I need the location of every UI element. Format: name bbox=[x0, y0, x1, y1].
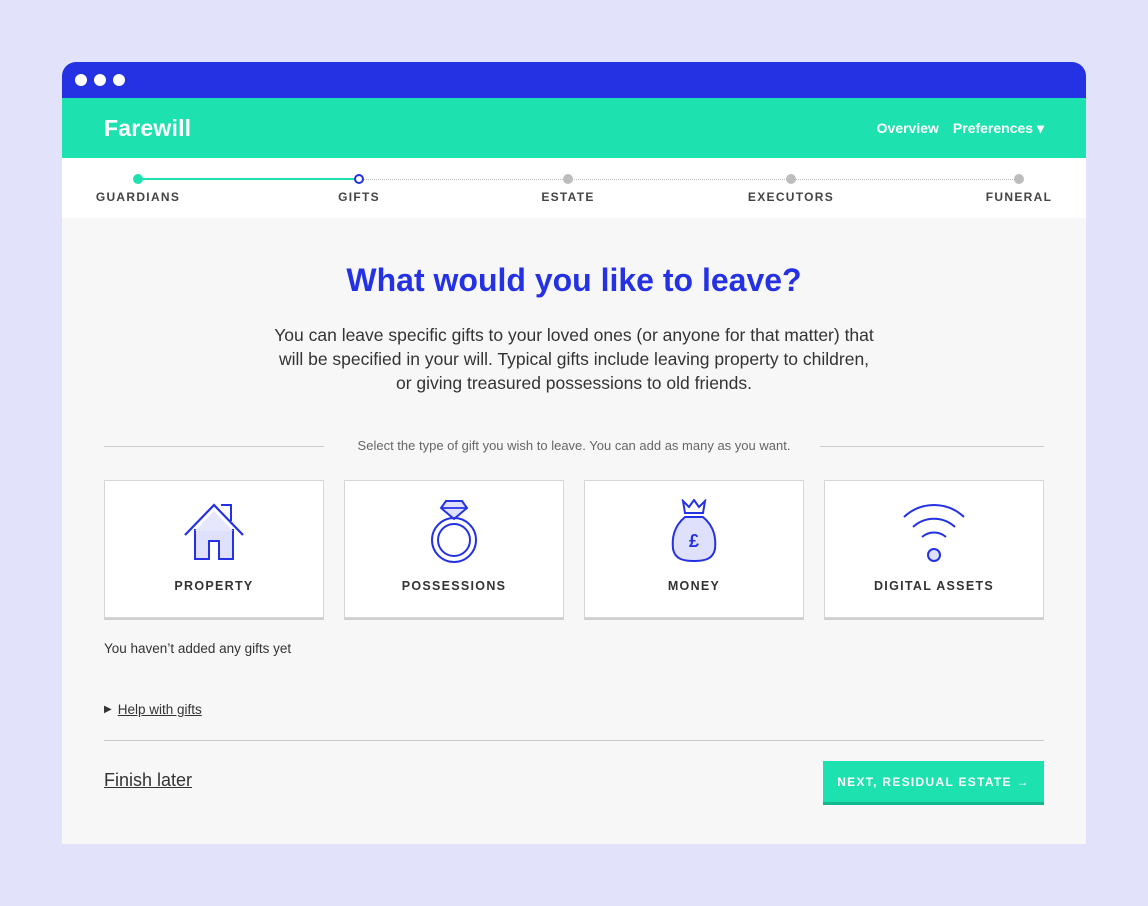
progress-line-complete bbox=[138, 178, 359, 180]
gift-card-digital-assets[interactable]: DIGITAL ASSETS bbox=[824, 480, 1044, 618]
step-estate: ESTATE bbox=[541, 190, 595, 204]
gift-card-label: PROPERTY bbox=[174, 579, 254, 593]
nav-preferences-dropdown[interactable]: Preferences ▾ bbox=[953, 120, 1044, 137]
gift-card-label: MONEY bbox=[667, 579, 721, 593]
gift-card-possessions[interactable]: POSSESSIONS bbox=[344, 480, 564, 618]
ring-icon bbox=[431, 500, 477, 563]
progress-line-remaining bbox=[363, 179, 1017, 180]
gift-card-property[interactable]: PROPERTY bbox=[104, 480, 324, 618]
footer-divider bbox=[104, 740, 1044, 741]
help-with-gifts-link[interactable]: Help with gifts bbox=[118, 702, 202, 717]
money-bag-icon: £ bbox=[671, 499, 717, 563]
nav-overview-link[interactable]: Overview bbox=[877, 120, 939, 137]
step-executors: EXECUTORS bbox=[747, 190, 835, 204]
help-with-gifts-toggle[interactable]: ▶ Help with gifts bbox=[104, 702, 202, 717]
window-titlebar bbox=[62, 62, 1086, 98]
gift-card-label: POSSESSIONS bbox=[401, 579, 507, 593]
step-executors-dot-icon bbox=[786, 174, 796, 184]
wifi-icon bbox=[903, 504, 965, 562]
gift-type-divider: Select the type of gift you wish to leav… bbox=[104, 438, 1044, 454]
step-gifts-dot-icon bbox=[354, 174, 364, 184]
brand-logo[interactable]: Farewill bbox=[104, 115, 191, 142]
browser-window: Farewill Overview Preferences ▾ GUARDIAN… bbox=[62, 62, 1086, 844]
step-funeral: FUNERAL bbox=[985, 190, 1053, 204]
gift-card-label: DIGITAL ASSETS bbox=[873, 579, 995, 593]
disclosure-triangle-icon: ▶ bbox=[104, 704, 112, 715]
empty-gifts-note: You haven’t added any gifts yet bbox=[104, 641, 292, 656]
window-dot-icon bbox=[94, 74, 106, 86]
step-estate-dot-icon bbox=[563, 174, 573, 184]
nav-links: Overview Preferences ▾ bbox=[877, 120, 1044, 137]
intro-text: You can leave specific gifts to your lov… bbox=[274, 325, 874, 393]
page-title: What would you like to leave? bbox=[346, 262, 802, 298]
step-guardians-dot-icon bbox=[133, 174, 143, 184]
step-funeral-dot-icon bbox=[1014, 174, 1024, 184]
gift-card-money[interactable]: £ MONEY bbox=[584, 480, 804, 618]
finish-later-link[interactable]: Finish later bbox=[104, 770, 192, 791]
top-nav: Farewill Overview Preferences ▾ bbox=[62, 98, 1086, 158]
window-dot-icon bbox=[113, 74, 125, 86]
gift-type-cards: PROPERTY POSSESSIONS £ MONEY DIGITAL ASS… bbox=[104, 480, 1045, 618]
window-dot-icon bbox=[75, 74, 87, 86]
progress-stepper: GUARDIANS GIFTS ESTATE EXECUTORS FUNERAL bbox=[62, 158, 1086, 218]
step-guardians[interactable]: GUARDIANS bbox=[96, 190, 180, 204]
divider-text: Select the type of gift you wish to leav… bbox=[349, 438, 799, 453]
step-gifts[interactable]: GIFTS bbox=[338, 190, 380, 204]
svg-text:£: £ bbox=[689, 531, 699, 551]
next-residual-estate-button[interactable]: NEXT, RESIDUAL ESTATE → bbox=[823, 761, 1044, 805]
house-icon bbox=[184, 503, 244, 560]
